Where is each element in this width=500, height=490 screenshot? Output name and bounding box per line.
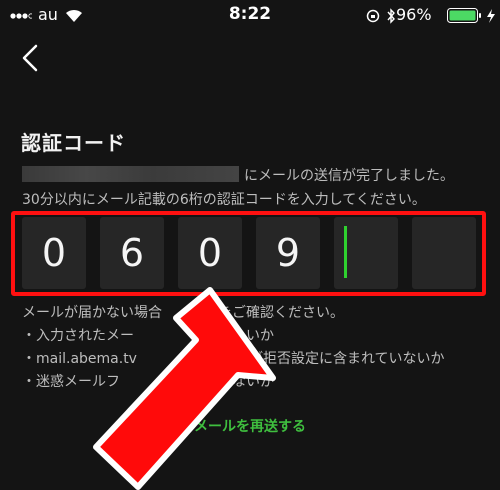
battery-percent: 96% xyxy=(396,5,432,24)
charging-icon xyxy=(487,9,495,23)
page-title: 認証コード xyxy=(21,131,126,155)
redacted-email xyxy=(22,166,239,182)
code-digit-box[interactable]: 0 xyxy=(178,217,242,289)
back-button[interactable] xyxy=(14,42,48,76)
help-item: ・mail.abema.tv アドレスが拒否設定に含まれていないか xyxy=(22,351,445,367)
sent-message: にメールの送信が完了しました。 xyxy=(244,168,454,184)
code-digit-box[interactable]: 6 xyxy=(100,217,164,289)
battery-icon xyxy=(447,8,481,23)
chevron-left-icon xyxy=(22,44,38,72)
text-cursor xyxy=(344,226,347,278)
help-item: ・迷惑メールフ ていないか xyxy=(22,374,274,390)
orientation-lock-icon xyxy=(366,9,380,23)
code-digit-box[interactable] xyxy=(412,217,476,289)
code-digit-box[interactable]: 9 xyxy=(256,217,320,289)
help-item: ・入力されたメー が正しいか xyxy=(22,328,274,344)
instruction-text: 30分以内にメール記載の6桁の認証コードを入力してください。 xyxy=(22,192,426,208)
code-digit-box[interactable]: 0 xyxy=(22,217,86,289)
resend-email-button[interactable]: メールを再送する xyxy=(0,416,500,436)
status-bar: au 8:22 96% xyxy=(0,0,500,32)
bluetooth-icon xyxy=(387,8,395,24)
help-title: メールが届かない場合 をご確認ください。 xyxy=(22,305,344,321)
